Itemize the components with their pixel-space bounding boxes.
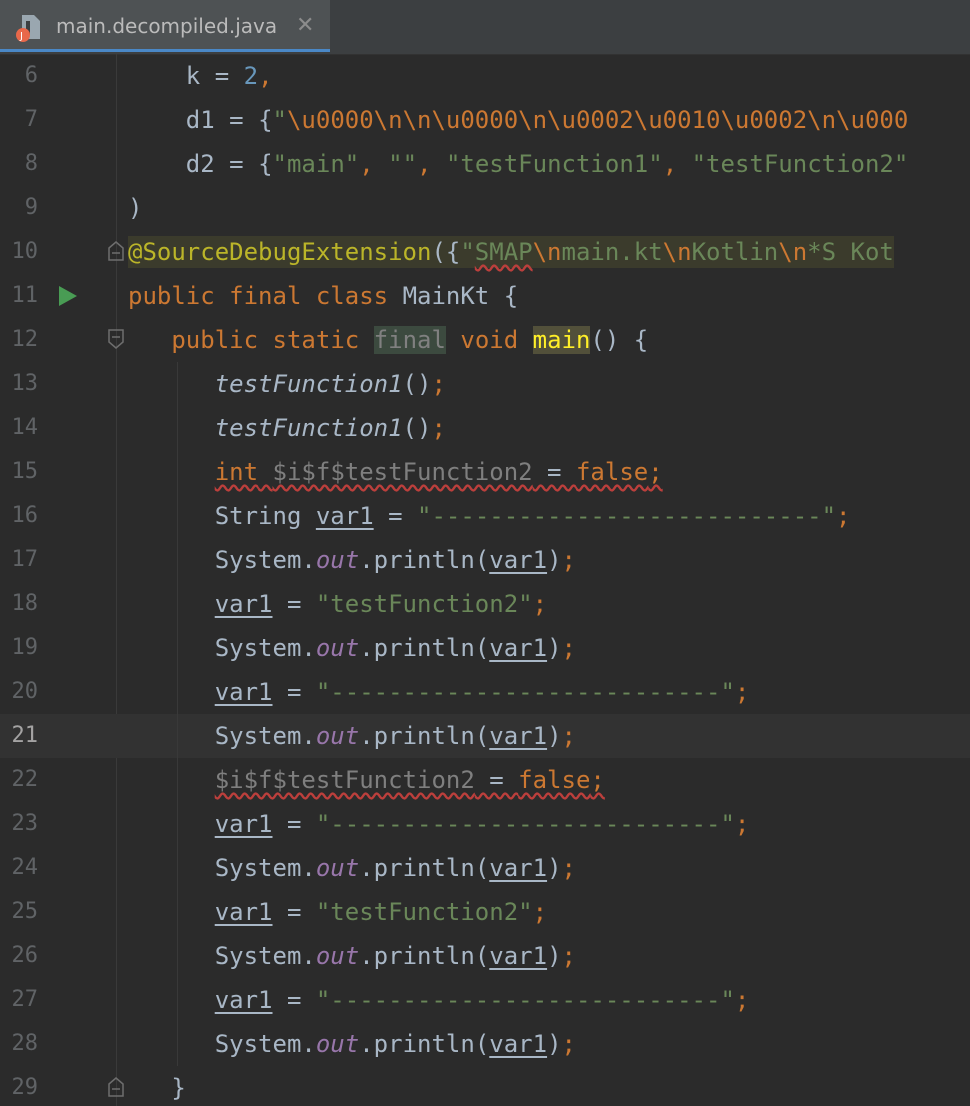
code-text: d1 = {"\u0000\n\n\u0000\n\u0002\u0010\u0…	[185, 106, 909, 134]
fold-icon[interactable]	[107, 240, 125, 262]
code-line[interactable]: 22 $i$f$testFunction2 = false;	[0, 758, 970, 802]
line-number: 11	[11, 283, 39, 308]
line-number: 10	[11, 239, 39, 264]
code-line[interactable]: 26 System.out.println(var1);	[0, 934, 970, 978]
svg-text:J: J	[19, 31, 23, 42]
tab-title: main.decompiled.java	[56, 14, 278, 38]
code-text: System.out.println(var1);	[214, 854, 576, 882]
code-line[interactable]: 17 System.out.println(var1);	[0, 538, 970, 582]
code-line[interactable]: 8 d2 = {"main", "", "testFunction1", "te…	[0, 142, 970, 186]
code-line[interactable]: 18 var1 = "testFunction2";	[0, 582, 970, 626]
line-number: 23	[11, 811, 39, 836]
code-line[interactable]: 20 var1 = "---------------------------";	[0, 670, 970, 714]
code-line[interactable]: 27 var1 = "---------------------------";	[0, 978, 970, 1022]
line-number: 19	[11, 635, 39, 660]
code-line[interactable]: 11 public final class MainKt {	[0, 274, 970, 318]
fold-icon[interactable]	[107, 1076, 125, 1098]
code-line[interactable]: 14 testFunction1();	[0, 406, 970, 450]
line-number: 16	[11, 503, 39, 528]
code-text: k = 2,	[185, 62, 273, 90]
code-text: int $i$f$testFunction2 = false;	[214, 458, 663, 486]
code-line[interactable]: 7 d1 = {"\u0000\n\n\u0000\n\u0002\u0010\…	[0, 98, 970, 142]
line-number: 15	[11, 459, 39, 484]
code-line[interactable]: 29 }	[0, 1066, 970, 1106]
editor-tab-bar: J main.decompiled.java ✕	[0, 0, 970, 55]
line-number: 8	[24, 151, 38, 176]
line-number: 14	[11, 415, 39, 440]
code-text: String var1 = "-------------------------…	[214, 502, 851, 530]
code-line-current[interactable]: 21 System.out.println(var1);	[0, 714, 970, 758]
line-number: 7	[24, 107, 38, 132]
code-text: var1 = "---------------------------";	[214, 678, 750, 706]
line-number: 29	[11, 1075, 39, 1100]
code-text: System.out.println(var1);	[214, 634, 576, 662]
code-text: public final class MainKt {	[128, 282, 519, 310]
code-text: public static final void main() {	[171, 326, 649, 354]
code-editor[interactable]: 6 k = 2, 7 d1 = {"\u0000\n\n\u0000\n\u00…	[0, 54, 970, 1106]
line-number: 18	[11, 591, 39, 616]
code-text: }	[171, 1074, 186, 1102]
code-text: System.out.println(var1);	[214, 942, 576, 970]
code-line[interactable]: 10 @SourceDebugExtension({"SMAP\nmain.kt…	[0, 230, 970, 274]
code-line[interactable]: 23 var1 = "---------------------------";	[0, 802, 970, 846]
code-line[interactable]: 15 int $i$f$testFunction2 = false;	[0, 450, 970, 494]
line-number: 24	[11, 855, 39, 880]
code-text: )	[128, 194, 143, 222]
code-text: var1 = "---------------------------";	[214, 986, 750, 1014]
code-text: System.out.println(var1);	[214, 1030, 576, 1058]
tab-main-decompiled-java[interactable]: J main.decompiled.java ✕	[0, 0, 330, 52]
line-number: 28	[11, 1031, 39, 1056]
code-line[interactable]: 28 System.out.println(var1);	[0, 1022, 970, 1066]
line-number: 6	[24, 63, 38, 88]
code-text: @SourceDebugExtension({"SMAP\nmain.kt\nK…	[128, 236, 894, 268]
code-text: testFunction1();	[214, 414, 446, 442]
code-text: var1 = "---------------------------";	[214, 810, 750, 838]
line-number: 21	[11, 723, 39, 748]
code-line[interactable]: 24 System.out.println(var1);	[0, 846, 970, 890]
code-line[interactable]: 6 k = 2,	[0, 54, 970, 98]
code-line[interactable]: 25 var1 = "testFunction2";	[0, 890, 970, 934]
line-number: 9	[24, 195, 38, 220]
code-line[interactable]: 12 public static final void main() {	[0, 318, 970, 362]
line-number: 22	[11, 767, 39, 792]
fold-icon[interactable]	[107, 328, 125, 350]
code-line[interactable]: 19 System.out.println(var1);	[0, 626, 970, 670]
line-number: 20	[11, 679, 39, 704]
line-number: 17	[11, 547, 39, 572]
code-text: System.out.println(var1);	[214, 722, 576, 750]
code-line[interactable]: 13 testFunction1();	[0, 362, 970, 406]
line-number: 26	[11, 943, 39, 968]
code-text: System.out.println(var1);	[214, 546, 576, 574]
line-number: 27	[11, 987, 39, 1012]
code-line[interactable]: 16 String var1 = "----------------------…	[0, 494, 970, 538]
line-number: 12	[11, 327, 39, 352]
close-icon[interactable]: ✕	[296, 13, 314, 38]
code-text: d2 = {"main", "", "testFunction1", "test…	[185, 150, 909, 178]
line-number: 13	[11, 371, 39, 396]
code-text: testFunction1();	[214, 370, 446, 398]
indent-guide	[177, 362, 178, 1066]
line-number: 25	[11, 899, 39, 924]
java-class-file-icon: J	[16, 15, 40, 42]
code-text: $i$f$testFunction2 = false;	[214, 766, 605, 794]
code-text: var1 = "testFunction2";	[214, 590, 548, 618]
code-line[interactable]: 9 )	[0, 186, 970, 230]
run-icon[interactable]	[59, 286, 77, 306]
code-text: var1 = "testFunction2";	[214, 898, 548, 926]
